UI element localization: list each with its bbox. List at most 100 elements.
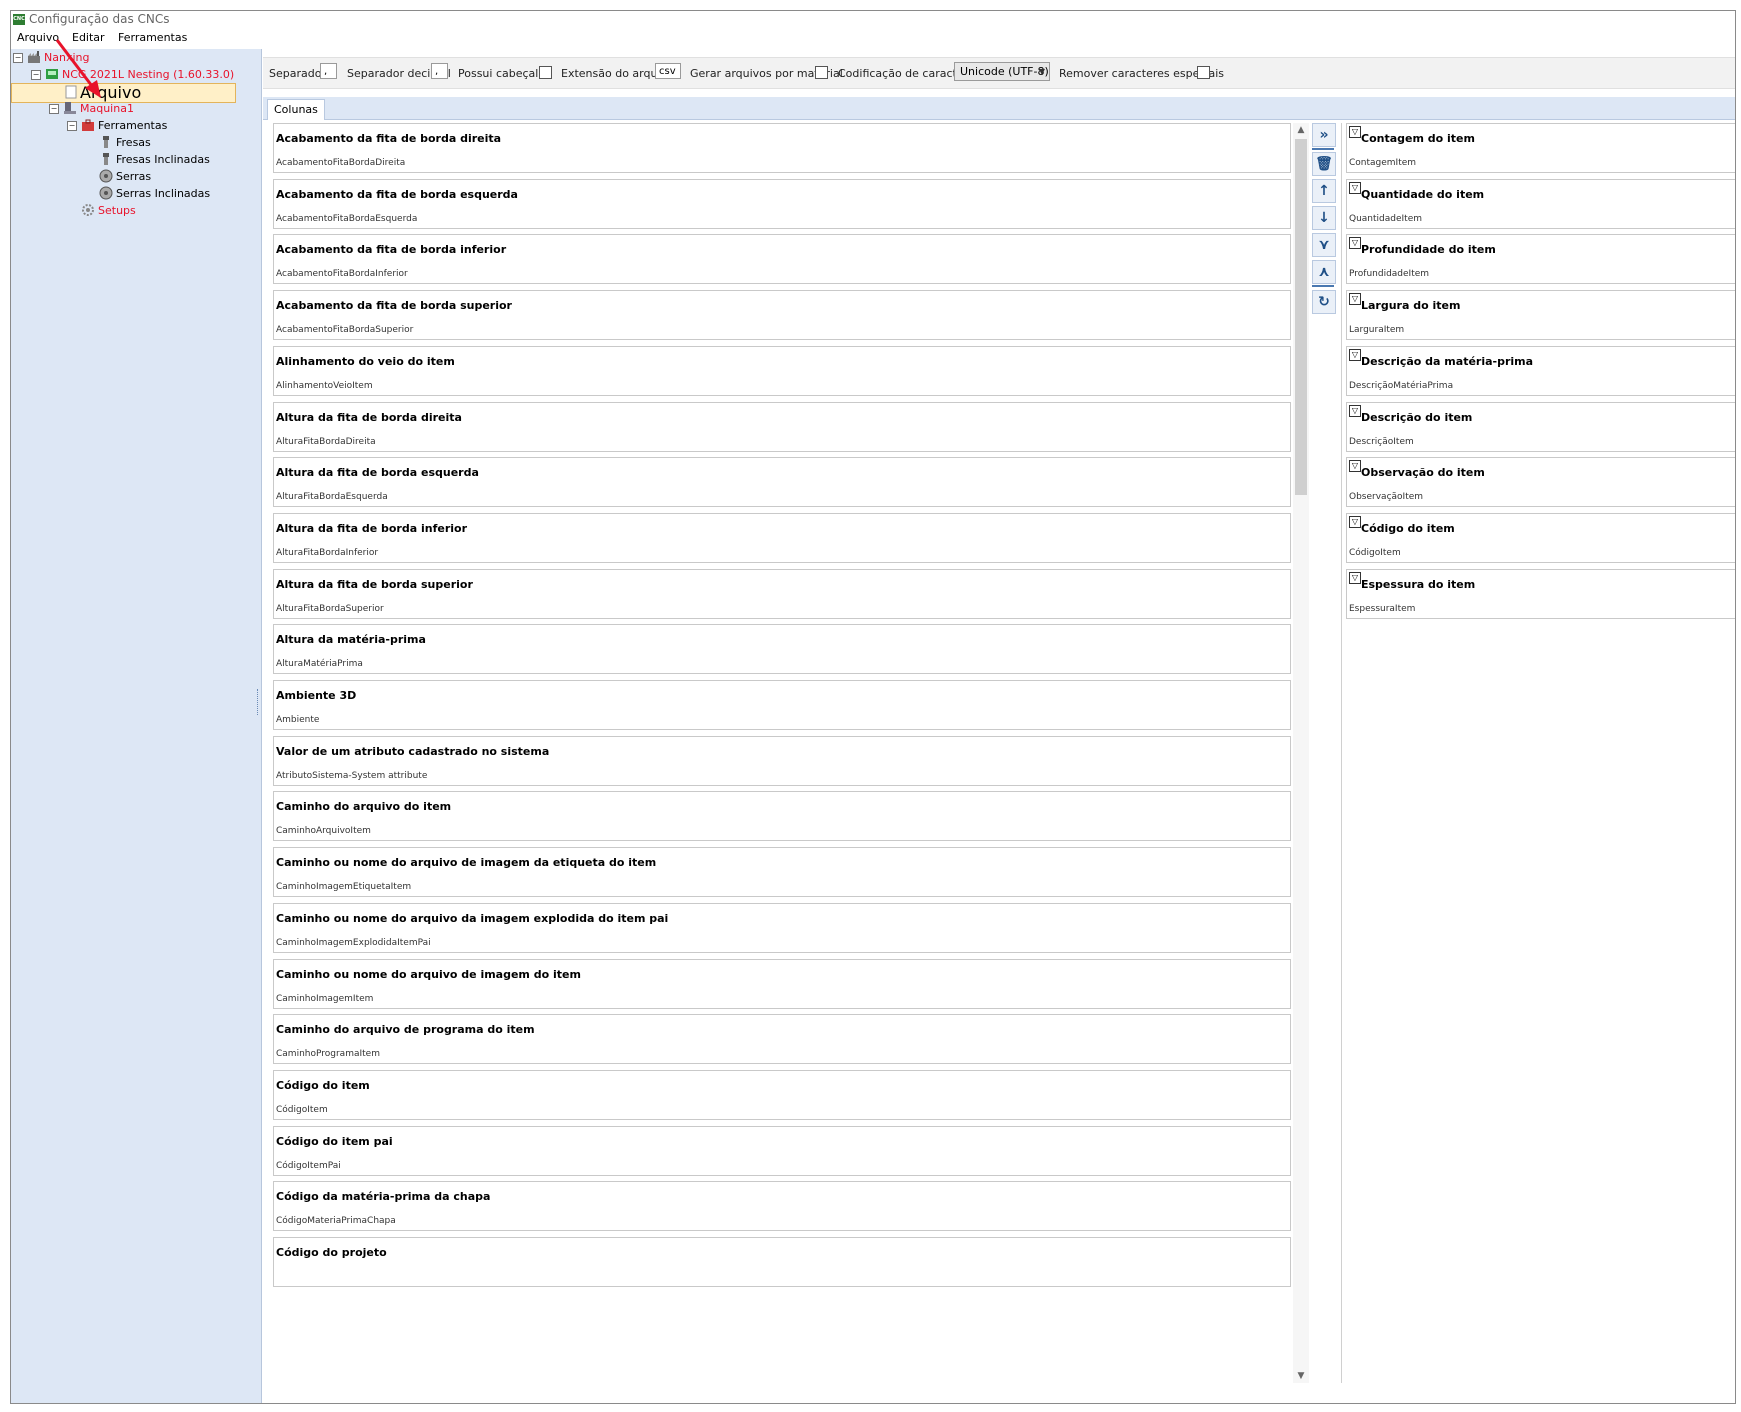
move-up-button[interactable]: ↑ [1312, 179, 1336, 203]
column-title: Altura da fita de borda esquerda [276, 466, 479, 480]
available-column-item[interactable]: Caminho do arquivo de programa do item Ca… [273, 1014, 1291, 1065]
expand-toggle-icon[interactable]: ▽ [1349, 237, 1361, 250]
selected-column-item[interactable]: ▽ Código do item CódigoItem [1346, 512, 1735, 563]
available-column-item[interactable]: Código do projeto [273, 1237, 1291, 1287]
available-column-item[interactable]: Acabamento da fita de borda esquerda Acab… [273, 178, 1291, 229]
move-down-button[interactable]: ↓ [1312, 206, 1336, 230]
column-key: ContagemItem [1349, 158, 1417, 168]
expand-toggle-icon[interactable]: ▽ [1349, 571, 1361, 584]
column-title: Caminho ou nome do arquivo de imagem do … [276, 967, 581, 981]
move-up-icon: ↑ [1318, 183, 1330, 199]
selected-column-item[interactable]: ▽ Contagem do item ContagemItem [1346, 123, 1735, 173]
available-column-item[interactable]: Caminho do arquivo do item CaminhoArquivo… [273, 791, 1291, 842]
chevron-down-icon: ▼ [1038, 67, 1045, 76]
column-key: ObservaçãoItem [1349, 492, 1424, 503]
split-button[interactable]: ⋏ [1312, 260, 1336, 284]
column-key: AcabamentoFitaBordaDireita [276, 158, 406, 168]
scroll-down-icon[interactable]: ▼ [1293, 1369, 1309, 1383]
expand-toggle-icon[interactable]: ▽ [1349, 515, 1361, 528]
available-column-item[interactable]: Acabamento da fita de borda direita Acaba… [273, 123, 1291, 173]
available-column-item[interactable]: Altura da matéria-prima AlturaMatériaPrim… [273, 624, 1291, 675]
expand-toggle-icon[interactable]: ▽ [1349, 348, 1361, 361]
available-column-item[interactable]: Acabamento da fita de borda superior Acab… [273, 290, 1291, 341]
available-column-item[interactable]: Caminho ou nome do arquivo da imagem exp… [273, 902, 1291, 953]
column-key: CaminhoProgramaItem [276, 1049, 380, 1060]
collapse-icon[interactable]: − [31, 70, 41, 80]
column-key: AcabamentoFitaBordaSuperior [276, 325, 414, 336]
tree-label-tools: Ferramentas [98, 119, 168, 132]
expand-toggle-icon[interactable]: ▽ [1349, 126, 1361, 138]
encoding-select[interactable]: Unicode (UTF-8) ▼ [954, 62, 1050, 81]
scroll-up-icon[interactable]: ▲ [1293, 123, 1309, 137]
tree-node-fresas[interactable]: Fresas [99, 134, 249, 151]
separator-input[interactable]: , [320, 63, 337, 79]
remove-special-checkbox[interactable] [1197, 66, 1210, 79]
move-right-button[interactable]: » [1312, 123, 1336, 147]
column-actions-toolbar: » 🗑 ↑ ↓ ⋎ ⋏ ↻ [1311, 123, 1337, 343]
separator-label: Separador [269, 67, 326, 80]
available-columns-scrollbar[interactable]: ▲ ▼ [1293, 123, 1309, 1383]
collapse-icon[interactable]: − [67, 121, 77, 131]
available-column-item[interactable]: Código da matéria-prima da chapa CódigoMa… [273, 1181, 1291, 1232]
available-column-item[interactable]: Acabamento da fita de borda inferior Acab… [273, 234, 1291, 285]
column-title: Altura da fita de borda direita [276, 410, 462, 424]
selected-column-item[interactable]: ▽ Largura do item LarguraItem [1346, 290, 1735, 341]
menu-ferramentas[interactable]: Ferramentas [118, 31, 187, 44]
tree-node-serras-inclinadas[interactable]: Serras Inclinadas [99, 185, 249, 202]
tab-colunas[interactable]: Colunas [267, 99, 325, 120]
merge-button[interactable]: ⋎ [1312, 233, 1336, 257]
column-key: AcabamentoFitaBordaEsquerda [276, 213, 418, 224]
expand-toggle-icon[interactable]: ▽ [1349, 293, 1361, 306]
gear-icon [82, 204, 94, 216]
selected-column-item[interactable]: ▽ Observação do item ObservaçãoItem [1346, 457, 1735, 508]
available-column-item[interactable]: Altura da fita de borda inferior AlturaFi… [273, 512, 1291, 563]
column-key: AlturaMatériaPrima [276, 659, 363, 670]
column-key: ProfundidadeItem [1349, 269, 1430, 280]
per-material-checkbox[interactable] [815, 66, 828, 79]
column-key: CódigoMateriaPrimaChapa [276, 1216, 396, 1227]
column-title: Caminho ou nome do arquivo de imagem da … [276, 856, 657, 870]
available-column-item[interactable]: Alinhamento do veio do item AlinhamentoVe… [273, 345, 1291, 396]
tree-label-serras: Serras [116, 170, 152, 183]
expand-toggle-icon[interactable]: ▽ [1349, 404, 1361, 417]
tab-strip: Colunas [263, 97, 1735, 120]
scrollbar-thumb[interactable] [1295, 139, 1307, 495]
column-key: Ambiente [276, 715, 320, 725]
expand-toggle-icon[interactable]: ▽ [1349, 460, 1361, 473]
tree-label-fresas-inclinadas: Fresas Inclinadas [116, 153, 210, 166]
column-title: Acabamento da fita de borda esquerda [276, 187, 518, 201]
available-column-item[interactable]: Código do item CódigoItem [273, 1069, 1291, 1120]
extension-input[interactable]: csv [655, 63, 681, 79]
selected-column-item[interactable]: ▽ Descrição do item DescriçãoItem [1346, 401, 1735, 452]
available-column-item[interactable]: Altura da fita de borda esquerda AlturaFi… [273, 457, 1291, 508]
tree-node-root[interactable]: − Nanxing [13, 49, 253, 66]
delete-button[interactable]: 🗑 [1312, 152, 1336, 176]
available-column-item[interactable]: Altura da fita de borda superior AlturaFi… [273, 568, 1291, 619]
decimal-separator-input[interactable]: , [431, 63, 448, 79]
menu-arquivo[interactable]: Arquivo [17, 31, 59, 44]
available-column-item[interactable]: Valor de um atributo cadastrado no siste… [273, 735, 1291, 786]
expand-toggle-icon[interactable]: ▽ [1349, 181, 1361, 194]
refresh-button[interactable]: ↻ [1312, 290, 1336, 314]
selected-column-item[interactable]: ▽ Espessura do item EspessuraItem [1346, 568, 1735, 619]
tree-node-tools[interactable]: − Ferramentas [67, 117, 247, 134]
column-key: CaminhoImagemItem [276, 993, 374, 1004]
tree-node-fresas-inclinadas[interactable]: Fresas Inclinadas [99, 151, 249, 168]
tree-node-serras[interactable]: Serras [99, 168, 249, 185]
selected-column-item[interactable]: ▽ Quantidade do item QuantidadeItem [1346, 178, 1735, 229]
collapse-icon[interactable]: − [13, 53, 23, 63]
main-window: CNC Configuração das CNCs Arquivo Editar… [10, 10, 1736, 1404]
column-key: AlturaFitaBordaEsquerda [276, 492, 388, 503]
config-tree: − Nanxing − NCG 2021L Nesting (1.60.33.0… [11, 49, 262, 1403]
has-header-checkbox[interactable] [539, 66, 552, 79]
title-bar: CNC Configuração das CNCs [11, 11, 1735, 29]
available-column-item[interactable]: Ambiente 3D Ambiente [273, 680, 1291, 730]
selected-column-item[interactable]: ▽ Profundidade do item ProfundidadeItem [1346, 234, 1735, 285]
splitter-handle[interactable] [257, 689, 261, 715]
available-column-item[interactable]: Caminho ou nome do arquivo de imagem do … [273, 958, 1291, 1009]
available-column-item[interactable]: Altura da fita de borda direita AlturaFit… [273, 401, 1291, 452]
available-column-item[interactable]: Caminho ou nome do arquivo de imagem da … [273, 847, 1291, 898]
available-column-item[interactable]: Código do item pai CódigoItemPai [273, 1125, 1291, 1176]
selected-column-item[interactable]: ▽ Descrição da matéria-prima DescriçãoMaté… [1346, 345, 1735, 396]
tree-node-setups[interactable]: Setups [81, 202, 231, 219]
